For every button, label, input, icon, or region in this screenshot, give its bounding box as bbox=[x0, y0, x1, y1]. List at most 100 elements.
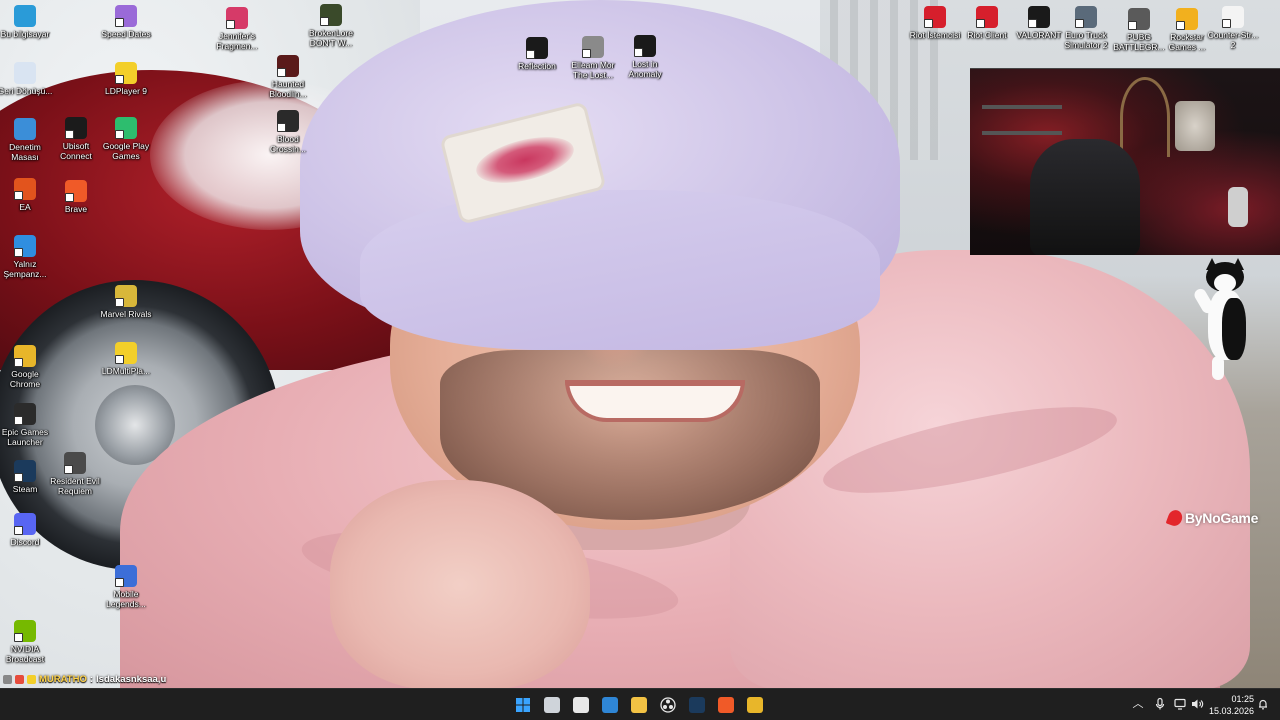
taskbar-button-brave[interactable] bbox=[714, 693, 738, 717]
desktop-icon-label: BrokenLore DON'T W... bbox=[309, 28, 353, 48]
google-play-games-icon bbox=[115, 117, 137, 139]
desktop-icon-euro-truck[interactable]: Euro Truck Simulator 2 bbox=[1058, 6, 1114, 50]
steam-icon bbox=[689, 697, 705, 713]
google-chrome-icon bbox=[14, 345, 36, 367]
chat-message-text: lsdakasnksaa,u bbox=[96, 674, 167, 685]
bynogame-logo-icon bbox=[1165, 508, 1185, 528]
desktop-icon-jennifers-fragment[interactable]: Jennifer's Fragmen... bbox=[209, 7, 265, 51]
desktop-icon-label: Google Play Games bbox=[102, 141, 150, 161]
desktop-icon-label: Reflection bbox=[518, 61, 556, 71]
desktop-icon-label: LDMultiPla... bbox=[101, 366, 151, 376]
taskbar-button-task-view[interactable] bbox=[540, 693, 564, 717]
marvel-rivals-icon bbox=[115, 285, 137, 307]
desktop-icon-label: Elleam Mor The Lost... bbox=[571, 60, 615, 80]
desktop-icon-label: Haunted Bloodlin... bbox=[269, 79, 307, 99]
desktop-icon-resident-evil[interactable]: Resident Evil Requiem bbox=[47, 452, 103, 496]
taskbar-button-photos[interactable] bbox=[598, 693, 622, 717]
desktop-icon-label: Geri Dönüşü... bbox=[0, 86, 53, 96]
notifications-bell-icon[interactable] bbox=[1256, 697, 1270, 711]
wallpaper-beanie-cuff bbox=[360, 190, 880, 350]
desktop-icon-label: Riot Client bbox=[967, 30, 1007, 40]
desktop-icon-ubisoft-connect[interactable]: Ubisoft Connect bbox=[48, 117, 104, 161]
desktop-icon-counter-strike[interactable]: Counter-Str... 2 bbox=[1205, 6, 1261, 50]
desktop-icon-steam[interactable]: Steam bbox=[0, 460, 53, 494]
taskbar-button-explorer[interactable] bbox=[627, 693, 651, 717]
desktop-icon-label: Denetim Masası bbox=[9, 142, 41, 162]
desktop-icon-label: Blood Crossin... bbox=[270, 134, 306, 154]
geri-donusum-icon bbox=[14, 62, 36, 84]
desktop-icon-epic-games[interactable]: Epic Games Launcher bbox=[0, 403, 53, 447]
windows-start-icon bbox=[515, 697, 531, 713]
steam-icon bbox=[14, 460, 36, 482]
brave-icon bbox=[65, 180, 87, 202]
brokenlore-icon bbox=[320, 4, 342, 26]
desktop-icon-lost-in-anomaly[interactable]: Lost in Anomaly bbox=[617, 35, 673, 79]
desktop-icon-speed-dates[interactable]: Speed Dates bbox=[98, 5, 154, 39]
desktop-icon-label: Bu bilgisayar bbox=[0, 29, 50, 39]
desktop-icon-yalniz-sempanze[interactable]: Yalnız Şempanz... bbox=[0, 235, 53, 279]
desktop-icon-haunted-bloodline[interactable]: Haunted Bloodlin... bbox=[260, 55, 316, 99]
desktop-icon-brave[interactable]: Brave bbox=[48, 180, 104, 214]
obs-icon bbox=[660, 697, 676, 713]
taskbar-button-snipping[interactable] bbox=[569, 693, 593, 717]
desktop-icon-blood-crossing[interactable]: Blood Crossin... bbox=[260, 110, 316, 154]
taskbar: ︿ 01:25 15.03.2026 bbox=[0, 688, 1280, 720]
desktop-icon-discord[interactable]: Discord bbox=[0, 513, 53, 547]
desktop-icon-label: Counter-Str... 2 bbox=[1207, 30, 1259, 50]
desktop-icon-google-chrome[interactable]: Google Chrome bbox=[0, 345, 53, 389]
show-hidden-icons-chevron-icon[interactable]: ︿ bbox=[1131, 697, 1145, 711]
desktop-icon-nvidia-broadcast[interactable]: NVIDIA Broadcast bbox=[0, 620, 53, 664]
desktop-icon-denetim-masasi[interactable]: Denetim Masası bbox=[0, 118, 53, 162]
volume-icon[interactable] bbox=[1190, 697, 1204, 711]
microphone-icon[interactable] bbox=[1153, 697, 1167, 711]
desktop-icon-label: Resident Evil Requiem bbox=[50, 476, 100, 496]
desktop-icon-label: Google Chrome bbox=[9, 369, 41, 389]
desktop-icon-bu-bilgisayar[interactable]: Bu bilgisayar bbox=[0, 5, 53, 39]
desktop-icon-ldmultiplayer[interactable]: LDMultiPla... bbox=[98, 342, 154, 376]
clock-time: 01:25 bbox=[1231, 694, 1254, 704]
watermark: ByNoGame bbox=[1165, 508, 1259, 528]
taskbar-button-obs[interactable] bbox=[656, 693, 680, 717]
ea-icon bbox=[14, 178, 36, 200]
taskbar-button-start[interactable] bbox=[511, 693, 535, 717]
rockstar-icon bbox=[1176, 8, 1198, 30]
mobile-legends-icon bbox=[115, 565, 137, 587]
desktop-icon-label: Discord bbox=[10, 537, 40, 547]
chat-username: MURATHO bbox=[39, 674, 87, 685]
desktop-icon-riot-client[interactable]: Riot Client bbox=[959, 6, 1015, 40]
ldmultiplayer-icon bbox=[115, 342, 137, 364]
desktop-icon-label: Lost in Anomaly bbox=[628, 59, 662, 79]
discord-icon bbox=[14, 513, 36, 535]
clock-date: 15.03.2026 bbox=[1208, 706, 1254, 716]
desktop-icon-ldplayer9[interactable]: LDPlayer 9 bbox=[98, 62, 154, 96]
app-icon bbox=[747, 697, 763, 713]
desktop-icon-brokenlore[interactable]: BrokenLore DON'T W... bbox=[303, 4, 359, 48]
bu-bilgisayar-icon bbox=[14, 5, 36, 27]
desktop-icon-label: Riot İstemcisi bbox=[909, 30, 961, 40]
desktop-icon-marvel-rivals[interactable]: Marvel Rivals bbox=[98, 285, 154, 319]
task-view-icon bbox=[544, 697, 560, 713]
network-icon[interactable] bbox=[1173, 697, 1187, 711]
epic-games-icon bbox=[14, 403, 36, 425]
desktop-icon-riot-istemcisi[interactable]: Riot İstemcisi bbox=[907, 6, 963, 40]
file-explorer-icon bbox=[631, 697, 647, 713]
desktop-icon-label: Mobile Legends... bbox=[106, 589, 146, 609]
taskbar-button-app[interactable] bbox=[743, 693, 767, 717]
counter-strike-icon bbox=[1222, 6, 1244, 28]
riot-client-icon bbox=[976, 6, 998, 28]
blood-crossing-icon bbox=[277, 110, 299, 132]
desktop-icon-mobile-legends[interactable]: Mobile Legends... bbox=[98, 565, 154, 609]
desktop-icon-reflection[interactable]: Reflection bbox=[509, 37, 565, 71]
desktop-icon-google-play-games[interactable]: Google Play Games bbox=[98, 117, 154, 161]
desktop-icon-geri-donusum[interactable]: Geri Dönüşü... bbox=[0, 62, 53, 96]
snipping-tool-icon bbox=[573, 697, 589, 713]
euro-truck-icon bbox=[1075, 6, 1097, 28]
desktop-icon-ea[interactable]: EA bbox=[0, 178, 53, 212]
desktop-icon-elleam-mor[interactable]: Elleam Mor The Lost... bbox=[565, 36, 621, 80]
watermark-text: ByNoGame bbox=[1185, 510, 1259, 526]
taskbar-button-steam[interactable] bbox=[685, 693, 709, 717]
webcam-gaming-chair bbox=[1030, 139, 1140, 255]
system-clock[interactable]: 01:25 15.03.2026 bbox=[1204, 693, 1254, 717]
wallpaper-smile bbox=[565, 380, 745, 422]
desktop-icon-label: Epic Games Launcher bbox=[1, 427, 49, 447]
